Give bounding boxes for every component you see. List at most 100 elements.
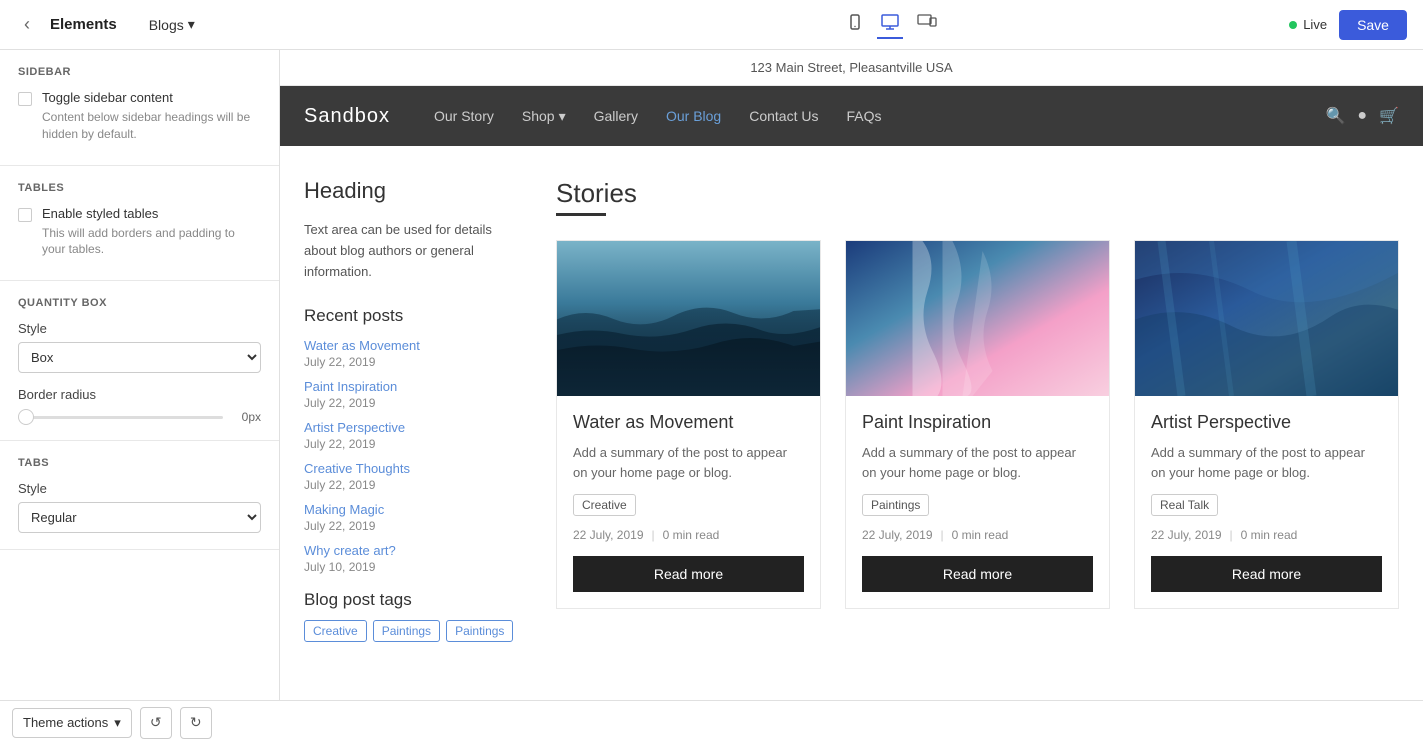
nav-our-blog[interactable]: Our Blog xyxy=(654,100,733,132)
desktop-icon[interactable] xyxy=(877,10,903,39)
nav-gallery[interactable]: Gallery xyxy=(582,100,650,132)
tag-paintings-2[interactable]: Paintings xyxy=(446,620,513,642)
multi-screen-icon[interactable] xyxy=(913,10,941,39)
card-0-title: Water as Movement xyxy=(573,412,804,433)
card-2-read-more[interactable]: Read more xyxy=(1151,556,1382,592)
card-1-tag[interactable]: Paintings xyxy=(862,494,929,516)
mobile-icon[interactable] xyxy=(843,10,867,39)
redo-button[interactable]: ↻ xyxy=(180,707,212,739)
blog-cards: Water as Movement Add a summary of the p… xyxy=(556,240,1399,609)
theme-actions-label: Theme actions xyxy=(23,715,108,730)
blog-card-0: Water as Movement Add a summary of the p… xyxy=(556,240,821,609)
tables-label: Enable styled tables xyxy=(42,206,261,221)
theme-actions-arrow: ▾ xyxy=(114,715,121,731)
tables-desc: This will add borders and padding to you… xyxy=(42,225,261,259)
sidebar-post-2[interactable]: Artist Perspective xyxy=(304,420,524,435)
sidebar-post-5[interactable]: Why create art? xyxy=(304,543,524,558)
nav-faqs[interactable]: FAQs xyxy=(834,100,893,132)
card-0-image xyxy=(557,241,820,396)
card-1-read-more[interactable]: Read more xyxy=(862,556,1093,592)
blogs-dropdown[interactable]: Blogs ▾ xyxy=(149,16,195,33)
left-panel: SIDEBAR Toggle sidebar content Content b… xyxy=(0,50,280,700)
sidebar-date-2: July 22, 2019 xyxy=(304,437,524,451)
blog-grid: Stories xyxy=(556,178,1399,700)
border-radius-row: 0px xyxy=(18,410,261,424)
address-bar: 123 Main Street, Pleasantville USA xyxy=(280,50,1423,86)
toggle-sidebar-checkbox[interactable] xyxy=(18,92,32,106)
tables-content: Enable styled tables This will add borde… xyxy=(42,206,261,259)
sidebar-post-3[interactable]: Creative Thoughts xyxy=(304,461,524,476)
undo-button[interactable]: ↺ xyxy=(140,707,172,739)
border-radius-label: Border radius xyxy=(18,387,261,402)
toolbar: ‹ Elements Blogs ▾ Live Save xyxy=(0,0,1423,50)
recent-posts-title: Recent posts xyxy=(304,306,524,326)
card-0-sep: | xyxy=(652,528,655,542)
border-radius-value: 0px xyxy=(231,410,261,424)
style-label: Style xyxy=(18,321,261,336)
quantity-section-title: QUANTITY BOX xyxy=(18,297,261,309)
sidebar-section: SIDEBAR Toggle sidebar content Content b… xyxy=(0,50,279,166)
blogs-label: Blogs xyxy=(149,17,184,33)
card-2-meta: 22 July, 2019 | 0 min read xyxy=(1151,528,1382,542)
main-layout: SIDEBAR Toggle sidebar content Content b… xyxy=(0,50,1423,700)
device-icons xyxy=(843,10,941,39)
sidebar-heading: Heading xyxy=(304,178,524,204)
nav-shop[interactable]: Shop ▾ xyxy=(510,100,578,133)
card-2-sep: | xyxy=(1230,528,1233,542)
card-0-read-more[interactable]: Read more xyxy=(573,556,804,592)
sidebar-post-0[interactable]: Water as Movement xyxy=(304,338,524,353)
toggle-sidebar-content: Toggle sidebar content Content below sid… xyxy=(42,90,261,143)
sidebar-tags: Creative Paintings Paintings xyxy=(304,620,524,642)
sidebar-date-3: July 22, 2019 xyxy=(304,478,524,492)
blog-grid-underline xyxy=(556,213,606,216)
nav-our-story[interactable]: Our Story xyxy=(422,100,506,132)
save-button[interactable]: Save xyxy=(1339,10,1407,40)
cart-icon[interactable]: 🛒 xyxy=(1379,106,1399,126)
bottom-bar: Theme actions ▾ ↺ ↻ xyxy=(0,700,1423,744)
panel-title: Elements xyxy=(50,16,117,33)
card-0-tag[interactable]: Creative xyxy=(573,494,636,516)
card-2-image xyxy=(1135,241,1398,396)
theme-actions-button[interactable]: Theme actions ▾ xyxy=(12,708,132,738)
card-2-tag[interactable]: Real Talk xyxy=(1151,494,1218,516)
quantity-section: QUANTITY BOX Style Box Pill Round Border… xyxy=(0,281,279,441)
sidebar-post-4[interactable]: Making Magic xyxy=(304,502,524,517)
nav-contact[interactable]: Contact Us xyxy=(737,100,830,132)
tables-section-title: TABLES xyxy=(18,182,261,194)
toggle-sidebar-label: Toggle sidebar content xyxy=(42,90,261,105)
live-dot xyxy=(1289,21,1297,29)
tables-section: TABLES Enable styled tables This will ad… xyxy=(0,166,279,282)
tags-title: Blog post tags xyxy=(304,590,524,610)
style-select[interactable]: Box Pill Round xyxy=(18,342,261,373)
account-icon[interactable]: ● xyxy=(1357,107,1367,125)
preview-area: 123 Main Street, Pleasantville USA Sandb… xyxy=(280,50,1423,700)
blogs-dropdown-icon: ▾ xyxy=(188,16,195,33)
sidebar-post-1[interactable]: Paint Inspiration xyxy=(304,379,524,394)
redo-icon: ↻ xyxy=(190,714,202,731)
nav-links: Our Story Shop ▾ Gallery Our Blog Contac… xyxy=(422,100,1326,133)
tabs-style-label: Style xyxy=(18,481,261,496)
card-0-date: 22 July, 2019 xyxy=(573,528,644,542)
card-1-body: Paint Inspiration Add a summary of the p… xyxy=(846,396,1109,608)
toggle-sidebar-desc: Content below sidebar headings will be h… xyxy=(42,109,261,143)
tables-checkbox-row: Enable styled tables This will add borde… xyxy=(18,206,261,259)
border-radius-slider[interactable] xyxy=(18,416,223,419)
tabs-style-select[interactable]: Regular Pill Underline xyxy=(18,502,261,533)
nav-shop-label: Shop xyxy=(522,108,555,124)
tabs-section: TABS Style Regular Pill Underline xyxy=(0,441,279,550)
card-0-body: Water as Movement Add a summary of the p… xyxy=(557,396,820,608)
card-1-summary: Add a summary of the post to appear on y… xyxy=(862,443,1093,482)
card-2-readtime: 0 min read xyxy=(1241,528,1298,542)
card-1-readtime: 0 min read xyxy=(952,528,1009,542)
site-nav: Sandbox Our Story Shop ▾ Gallery Our Blo… xyxy=(280,86,1423,146)
tables-checkbox[interactable] xyxy=(18,208,32,222)
tag-creative[interactable]: Creative xyxy=(304,620,367,642)
card-1-date: 22 July, 2019 xyxy=(862,528,933,542)
search-icon[interactable]: 🔍 xyxy=(1325,106,1345,126)
sidebar-date-1: July 22, 2019 xyxy=(304,396,524,410)
tag-paintings[interactable]: Paintings xyxy=(373,620,440,642)
blog-content: Heading Text area can be used for detail… xyxy=(280,146,1423,700)
sidebar-date-4: July 22, 2019 xyxy=(304,519,524,533)
back-button[interactable]: ‹ xyxy=(16,10,38,39)
live-label: Live xyxy=(1303,17,1327,32)
